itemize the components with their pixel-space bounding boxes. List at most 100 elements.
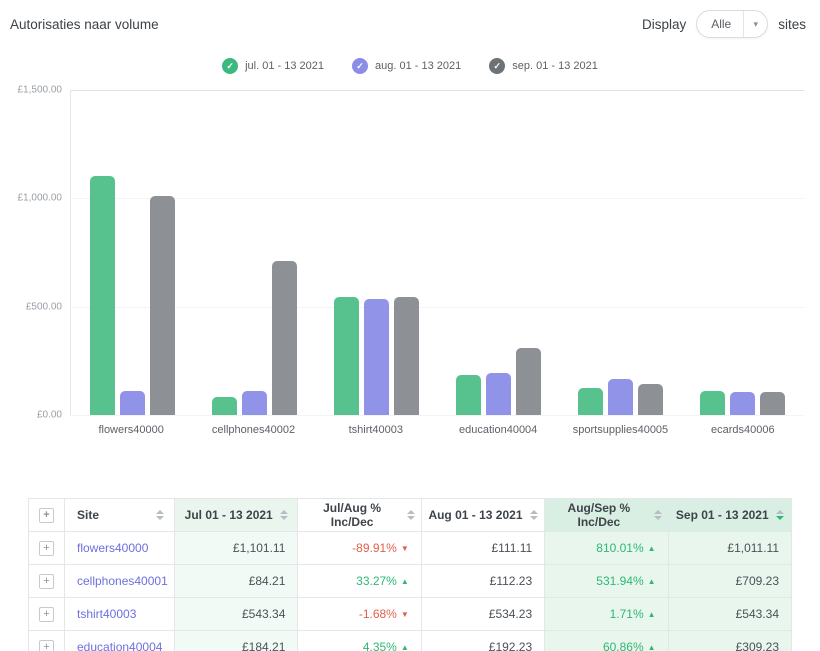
expand-icon[interactable]: +	[39, 573, 54, 589]
column-label: Aug 01 - 13 2021	[428, 508, 523, 522]
up-triangle-icon: ▲	[647, 610, 656, 619]
amount-value: £309.23	[735, 640, 779, 651]
percent-cell: 531.94% ▲	[544, 564, 669, 598]
site-link[interactable]: tshirt40003	[77, 607, 136, 621]
bar	[638, 383, 664, 415]
bar-group	[71, 90, 193, 415]
column-header[interactable]: Aug/Sep % Inc/Dec	[544, 498, 669, 532]
column-header-inner: Aug/Sep % Inc/Dec	[545, 501, 667, 529]
column-header[interactable]: Sep 01 - 13 2021	[667, 498, 793, 532]
table-header: + Site Jul 01 - 13 2021 Jul/Aug % Inc/Dec Au…	[28, 498, 793, 532]
amount-value: £184.21	[242, 640, 286, 651]
bar	[241, 390, 267, 415]
legend-item[interactable]: ✓ jul. 01 - 13 2021	[222, 58, 324, 74]
legend-item[interactable]: ✓ sep. 01 - 13 2021	[489, 58, 598, 74]
column-header[interactable]: Jul/Aug % Inc/Dec	[297, 498, 422, 532]
plot-area	[70, 90, 804, 415]
bar	[393, 297, 419, 415]
expand-cell[interactable]: +	[28, 531, 65, 565]
bar	[149, 195, 175, 415]
site-cell: flowers40000	[64, 531, 175, 565]
bar	[456, 375, 482, 415]
y-tick-label: £1,500.00	[17, 84, 63, 96]
amount-value: £1,101.11	[232, 541, 286, 555]
amount-cell: £111.11	[420, 531, 546, 565]
bar	[516, 348, 542, 415]
table-row: + flowers40000 £1,101.11 -89.91% ▼ £111.11 810…	[28, 531, 793, 565]
site-cell: tshirt40003	[64, 597, 175, 631]
y-tick-label: £500.00	[25, 301, 62, 313]
expand-all-header[interactable]: +	[28, 498, 65, 532]
sort-icon	[775, 510, 784, 520]
column-header[interactable]: Aug 01 - 13 2021	[420, 498, 546, 532]
percent-value: 60.86%	[602, 640, 644, 651]
legend-label: sep. 01 - 13 2021	[512, 60, 598, 72]
bar-group	[560, 90, 682, 415]
amount-cell: £534.23	[420, 597, 546, 631]
table-body: + flowers40000 £1,101.11 -89.91% ▼ £111.11 810…	[28, 531, 793, 651]
x-axis-labels: flowers40000 cellphones40002 tshirt40003 ed…	[70, 424, 804, 436]
expand-icon[interactable]: +	[39, 639, 54, 651]
sort-icon	[279, 510, 288, 520]
table-row: + tshirt40003 £543.34 -1.68% ▼ £534.23 1.71% ▲ £…	[28, 597, 793, 631]
percent-value: 4.35%	[362, 640, 397, 651]
bar-group	[438, 90, 560, 415]
amount-value: £543.34	[735, 607, 779, 621]
gridline	[70, 415, 804, 416]
y-axis: £1,500.00 £1,000.00 £500.00 £0.00	[8, 85, 70, 421]
amount-cell: £192.23	[420, 630, 546, 651]
expand-icon[interactable]: +	[39, 540, 54, 556]
bar-group	[193, 90, 315, 415]
expand-icon[interactable]: +	[39, 606, 54, 622]
percent-cell: 60.86% ▲	[544, 630, 669, 651]
chevron-down-icon[interactable]: ▾	[743, 11, 767, 37]
column-header[interactable]: Site	[64, 498, 175, 532]
expand-cell[interactable]: +	[28, 597, 65, 631]
y-tick-label: £0.00	[36, 409, 62, 421]
authorizations-volume-panel: Autorisaties naar volume Display Alle ▾ …	[0, 0, 820, 651]
up-triangle-icon: ▲	[647, 643, 656, 651]
expand-icon[interactable]: +	[39, 507, 54, 523]
bar	[333, 297, 359, 415]
column-header[interactable]: Jul 01 - 13 2021	[173, 498, 299, 532]
bar	[760, 391, 786, 415]
amount-cell: £543.34	[667, 597, 793, 631]
sort-icon	[156, 510, 164, 520]
expand-cell[interactable]: +	[28, 564, 65, 598]
plot-wrap: flowers40000 cellphones40002 tshirt40003 ed…	[70, 90, 804, 436]
percent-cell: 1.71% ▲	[544, 597, 669, 631]
legend-check-icon: ✓	[222, 58, 239, 74]
up-triangle-icon: ▲	[647, 544, 656, 553]
amount-cell: £1,101.11	[173, 531, 299, 565]
amount-value: £534.23	[488, 607, 533, 621]
bar	[211, 396, 237, 415]
amount-value: £709.23	[735, 574, 779, 588]
site-link[interactable]: education40004	[77, 640, 162, 651]
sort-icon	[529, 510, 538, 520]
amount-value: £112.23	[489, 574, 533, 588]
bar	[89, 176, 115, 415]
table-row: + cellphones40001 £84.21 33.27% ▲ £112.23 531.…	[28, 564, 793, 598]
legend-item[interactable]: ✓ aug. 01 - 13 2021	[352, 58, 461, 74]
top-bar: Autorisaties naar volume Display Alle ▾ …	[0, 0, 820, 38]
amount-value: £192.23	[488, 640, 533, 651]
sites-filter-select[interactable]: Alle ▾	[696, 10, 769, 38]
down-triangle-icon: ▼	[400, 544, 409, 553]
bar	[578, 387, 604, 415]
sites-label: sites	[778, 16, 806, 32]
sort-icon	[406, 510, 415, 520]
percent-cell: -89.91% ▼	[297, 531, 422, 565]
site-link[interactable]: flowers40000	[77, 541, 148, 555]
amount-cell: £543.34	[173, 597, 299, 631]
column-header-inner: Aug 01 - 13 2021	[422, 508, 544, 522]
bar	[271, 261, 297, 415]
amount-value: £111.11	[491, 541, 533, 555]
column-label: Aug/Sep % Inc/Dec	[567, 501, 631, 529]
expand-cell[interactable]: +	[28, 630, 65, 651]
site-cell: cellphones40001	[64, 564, 175, 598]
site-link[interactable]: cellphones40001	[77, 574, 168, 588]
sort-icon	[653, 510, 662, 520]
x-axis-label: tshirt40003	[348, 424, 404, 436]
percent-cell: 33.27% ▲	[297, 564, 422, 598]
column-label: Sep 01 - 13 2021	[675, 508, 769, 522]
